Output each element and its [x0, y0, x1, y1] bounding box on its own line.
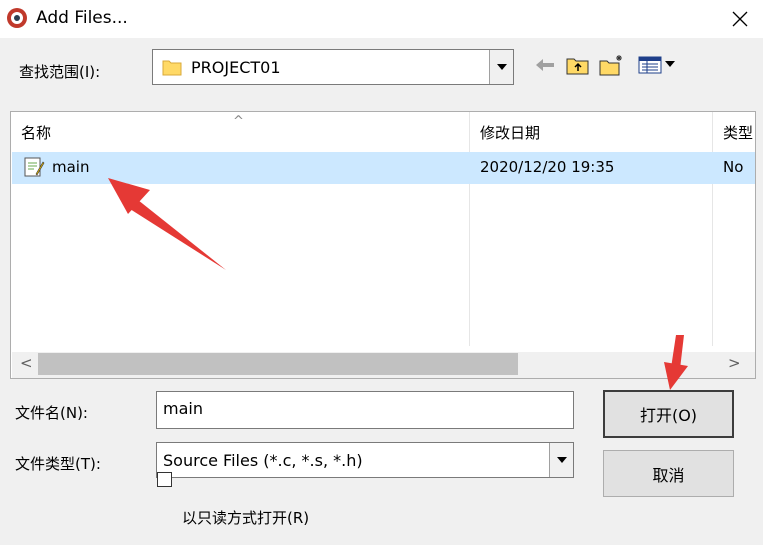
new-folder-button[interactable]: [598, 52, 626, 78]
window-title: Add Files...: [36, 8, 128, 28]
up-folder-icon: [566, 58, 589, 75]
file-list[interactable]: ^ 名称 修改日期 类型 main 2020/12/20 19:35 No < …: [10, 111, 756, 379]
column-divider[interactable]: [712, 112, 713, 346]
app-icon: [6, 7, 28, 29]
scroll-right-icon[interactable]: >: [728, 354, 741, 372]
up-folder-button[interactable]: [564, 52, 592, 78]
scrollbar-thumb[interactable]: [38, 353, 518, 375]
filetype-label: 文件类型(T):: [15, 455, 101, 473]
close-button[interactable]: [717, 0, 763, 38]
folder-icon: [162, 57, 182, 81]
lookin-dropdown-button[interactable]: [489, 50, 513, 84]
cancel-button[interactable]: 取消: [603, 450, 734, 497]
filetype-dropdown-button[interactable]: [549, 443, 573, 477]
back-button[interactable]: [531, 52, 559, 78]
filename-input[interactable]: main: [156, 391, 574, 429]
lookin-label: 查找范围(I):: [19, 63, 101, 81]
view-menu-button[interactable]: [636, 52, 680, 78]
chevron-down-icon: [556, 457, 567, 463]
file-modified: 2020/12/20 19:35: [480, 158, 615, 176]
column-divider[interactable]: [469, 112, 470, 346]
list-header: ^ 名称 修改日期 类型: [11, 114, 755, 151]
file-name: main: [52, 158, 90, 176]
filetype-combo[interactable]: Source Files (*.c, *.s, *.h): [156, 442, 574, 478]
filename-value: main: [163, 399, 203, 418]
title-bar: Add Files...: [0, 0, 763, 38]
column-header-modified[interactable]: 修改日期: [470, 115, 713, 151]
readonly-checkbox[interactable]: [157, 472, 172, 487]
file-type: No: [723, 158, 744, 176]
column-header-name[interactable]: 名称: [11, 115, 470, 151]
readonly-label: 以只读方式打开(R): [182, 509, 310, 527]
filetype-value: Source Files (*.c, *.s, *.h): [163, 451, 363, 470]
column-header-type[interactable]: 类型: [713, 115, 755, 151]
back-arrow-icon: [536, 59, 554, 71]
filename-label: 文件名(N):: [15, 404, 88, 422]
view-details-icon: [638, 56, 675, 74]
chevron-down-icon: [496, 64, 507, 70]
scroll-left-icon[interactable]: <: [20, 354, 33, 372]
horizontal-scrollbar[interactable]: < >: [12, 352, 755, 378]
new-folder-icon: [599, 55, 622, 76]
open-button[interactable]: 打开(O): [603, 390, 734, 438]
close-icon: [732, 11, 748, 27]
lookin-value: PROJECT01: [191, 58, 281, 77]
lookin-combo[interactable]: PROJECT01: [152, 49, 514, 85]
text-file-icon: [23, 156, 45, 182]
file-row[interactable]: main 2020/12/20 19:35 No: [12, 152, 755, 184]
